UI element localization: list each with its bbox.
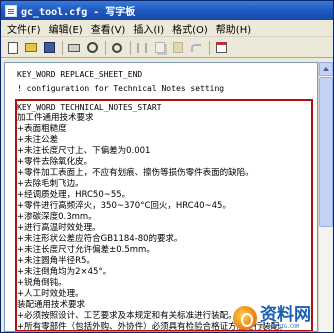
toolbar-separator [130, 40, 131, 55]
doc-line: +表面粗糙度 [17, 124, 67, 134]
open-button[interactable] [23, 40, 39, 56]
toolbar-separator [209, 40, 210, 55]
watermark: 资料网 ZL.NETBIG.COM [233, 301, 333, 332]
cut-button[interactable] [134, 40, 150, 56]
menu-view[interactable]: 查看(V) [87, 21, 130, 36]
doc-line: +未注倒角均为2×45°。 [17, 267, 112, 277]
doc-line: +未注长度尺寸上、下偏差为0.001 [17, 146, 151, 156]
vertical-scrollbar[interactable] [318, 62, 333, 332]
doc-line: KEY_WORD REPLACE_SHEET_END [17, 70, 143, 79]
new-button[interactable] [5, 40, 21, 56]
date-time-button[interactable] [213, 40, 229, 56]
wordpad-app-icon [5, 4, 17, 17]
doc-line: +零件进行高频淬火，350~370°C回火，HRC40~45。 [17, 201, 231, 211]
toolbar [1, 38, 333, 58]
doc-line: +未注圆角半径R5。 [17, 256, 95, 266]
window-title: gc_tool.cfg - 写字板 [21, 7, 136, 18]
doc-line: +进行高温时效处理。 [17, 223, 101, 233]
doc-line: +零件去除氧化皮。 [17, 157, 93, 167]
cut-icon [137, 42, 147, 53]
menu-file[interactable]: 文件(F) [3, 21, 45, 36]
print-icon [68, 43, 80, 52]
doc-line: +人工时效处理。 [17, 289, 84, 299]
undo-button[interactable] [188, 40, 204, 56]
menu-insert[interactable]: 插入(I) [129, 21, 168, 36]
toolbar-separator [62, 40, 63, 55]
menu-help[interactable]: 帮助(H) [212, 21, 255, 36]
doc-line: KEY_WORD TECHNICAL_NOTES_START [17, 103, 162, 112]
doc-line: +零件加工表面上，不应有划痕、擦伤等损伤零件表面的缺陷。 [17, 168, 254, 178]
watermark-text-group: 资料网 ZL.NETBIG.COM [260, 306, 311, 330]
doc-line: 加工件通用技术要求 [17, 113, 94, 123]
doc-line: +未注长度尺寸允许偏差±0.5mm。 [17, 245, 155, 255]
menu-format[interactable]: 格式(O) [168, 21, 212, 36]
menu-bar: 文件(F) 编辑(E) 查看(V) 插入(I) 格式(O) 帮助(H) [1, 20, 333, 37]
wordpad-window: gc_tool.cfg - 写字板 文件(F) 编辑(E) 查看(V) 插入(I… [0, 0, 334, 333]
copy-icon [155, 42, 165, 53]
doc-line: +锐角倒钝。 [17, 278, 67, 288]
doc-line: +经调质处理，HRC50~55。 [17, 190, 131, 200]
scroll-thumb[interactable] [319, 77, 333, 227]
open-icon [25, 43, 37, 52]
find-button[interactable] [109, 40, 125, 56]
doc-line: +未注形状公差应符合GB1184-80的要求。 [17, 234, 183, 244]
doc-line: +去除毛刺飞边。 [17, 179, 84, 189]
date-time-icon [215, 42, 227, 53]
doc-line: +必须按照设计、工艺要求及本规定和有关标准进行装配。 [17, 311, 237, 321]
paste-button[interactable] [170, 40, 186, 56]
print-preview-icon [86, 42, 98, 53]
print-preview-button[interactable] [84, 40, 100, 56]
doc-line: 装配通用技术要求 [17, 300, 86, 310]
toolbar-separator [105, 40, 106, 55]
doc-line: +渗碳深度0.3mm。 [17, 212, 97, 222]
document-editor[interactable]: KEY_WORD REPLACE_SHEET_END ! configurati… [4, 62, 318, 332]
doc-line: ! configuration for Technical Notes sett… [17, 84, 225, 93]
doc-line: +未注公差 [17, 135, 59, 145]
scroll-up-arrow-icon[interactable] [319, 62, 333, 76]
undo-icon [191, 43, 201, 52]
print-button[interactable] [66, 40, 82, 56]
title-bar[interactable]: gc_tool.cfg - 写字板 [1, 1, 333, 20]
save-button[interactable] [41, 40, 57, 56]
menu-edit[interactable]: 编辑(E) [45, 21, 87, 36]
paste-icon [173, 42, 183, 53]
find-icon [112, 42, 122, 53]
copy-button[interactable] [152, 40, 168, 56]
watermark-text: 资料网 [260, 304, 311, 325]
save-icon [43, 42, 55, 53]
watermark-logo-icon [233, 305, 257, 330]
new-icon [8, 41, 18, 54]
